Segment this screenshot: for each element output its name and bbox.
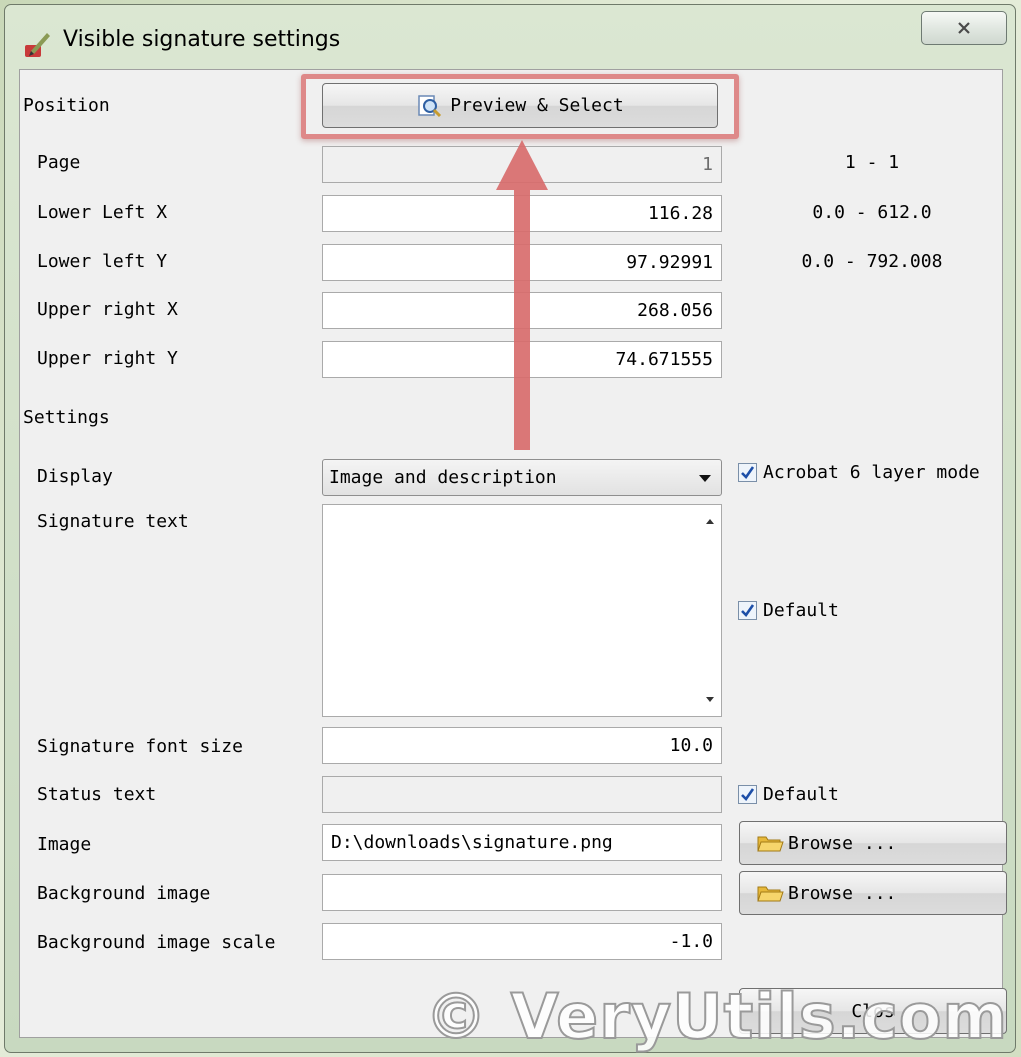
upper-right-x-label: Upper right X <box>37 299 178 320</box>
image-browse-button[interactable]: Browse ... <box>739 821 1007 865</box>
dialog-window: Visible signature settings Position Prev… <box>4 4 1016 1054</box>
status-text-label: Status text <box>37 784 157 805</box>
image-path-field[interactable]: D:\downloads\signature.png <box>322 824 722 861</box>
scroll-down-icon <box>706 697 714 702</box>
checkbox-checked-icon <box>738 785 757 804</box>
background-image-field[interactable] <box>322 874 722 911</box>
font-size-label: Signature font size <box>37 736 243 757</box>
bg-scale-field[interactable]: -1.0 <box>322 923 722 960</box>
image-browse-label: Browse ... <box>788 832 897 854</box>
display-dropdown[interactable]: Image and description <box>322 459 722 496</box>
signature-pen-icon <box>25 33 50 57</box>
checkbox-checked-icon <box>738 463 757 482</box>
upper-right-y-label: Upper right Y <box>37 348 178 369</box>
lower-left-y-label: Lower left Y <box>37 251 168 272</box>
lower-left-x-range: 0.0 - 612.0 <box>812 202 932 223</box>
image-label: Image <box>37 834 92 855</box>
page-label: Page <box>37 152 81 173</box>
acrobat-layer-label: Acrobat 6 layer mode <box>763 462 980 483</box>
signature-text-label: Signature text <box>37 511 189 532</box>
display-dropdown-value: Image and description <box>329 467 557 488</box>
folder-icon <box>757 836 784 852</box>
dialog-client-area: Position Preview & Select Page 1 1 - 1 L… <box>19 69 1007 1038</box>
watermark-text: © VeryUtils.com <box>424 979 1009 1054</box>
font-size-field[interactable]: 10.0 <box>322 727 722 764</box>
lower-left-x-label: Lower Left X <box>37 202 168 223</box>
lower-left-y-range: 0.0 - 792.008 <box>801 251 943 272</box>
annotation-arrow-icon <box>496 140 548 450</box>
close-icon <box>958 22 970 34</box>
bg-scale-label: Background image scale <box>37 932 276 953</box>
vertical-scrollbar[interactable] <box>699 505 721 716</box>
signature-text-default-label: Default <box>763 600 839 621</box>
position-section-label: Position <box>23 95 110 116</box>
chevron-down-icon <box>699 475 711 482</box>
settings-section-label: Settings <box>23 407 110 428</box>
signature-text-default-checkbox[interactable]: Default <box>738 600 839 621</box>
scroll-up-icon <box>706 519 714 524</box>
status-default-label: Default <box>763 784 839 805</box>
background-browse-button[interactable]: Browse ... <box>739 871 1007 915</box>
window-title: Visible signature settings <box>63 27 341 52</box>
close-window-button[interactable] <box>921 11 1007 45</box>
checkbox-checked-icon <box>738 601 757 620</box>
background-browse-label: Browse ... <box>788 882 897 904</box>
status-default-checkbox[interactable]: Default <box>738 784 839 805</box>
display-label: Display <box>37 466 113 487</box>
acrobat-layer-checkbox[interactable]: Acrobat 6 layer mode <box>738 462 980 483</box>
page-range: 1 - 1 <box>844 152 900 173</box>
folder-icon <box>757 886 784 902</box>
signature-text-area[interactable] <box>322 504 722 717</box>
status-text-field <box>322 776 722 813</box>
highlight-box <box>301 74 739 139</box>
title-bar: Visible signature settings <box>5 5 1015 67</box>
background-image-label: Background image <box>37 883 211 904</box>
